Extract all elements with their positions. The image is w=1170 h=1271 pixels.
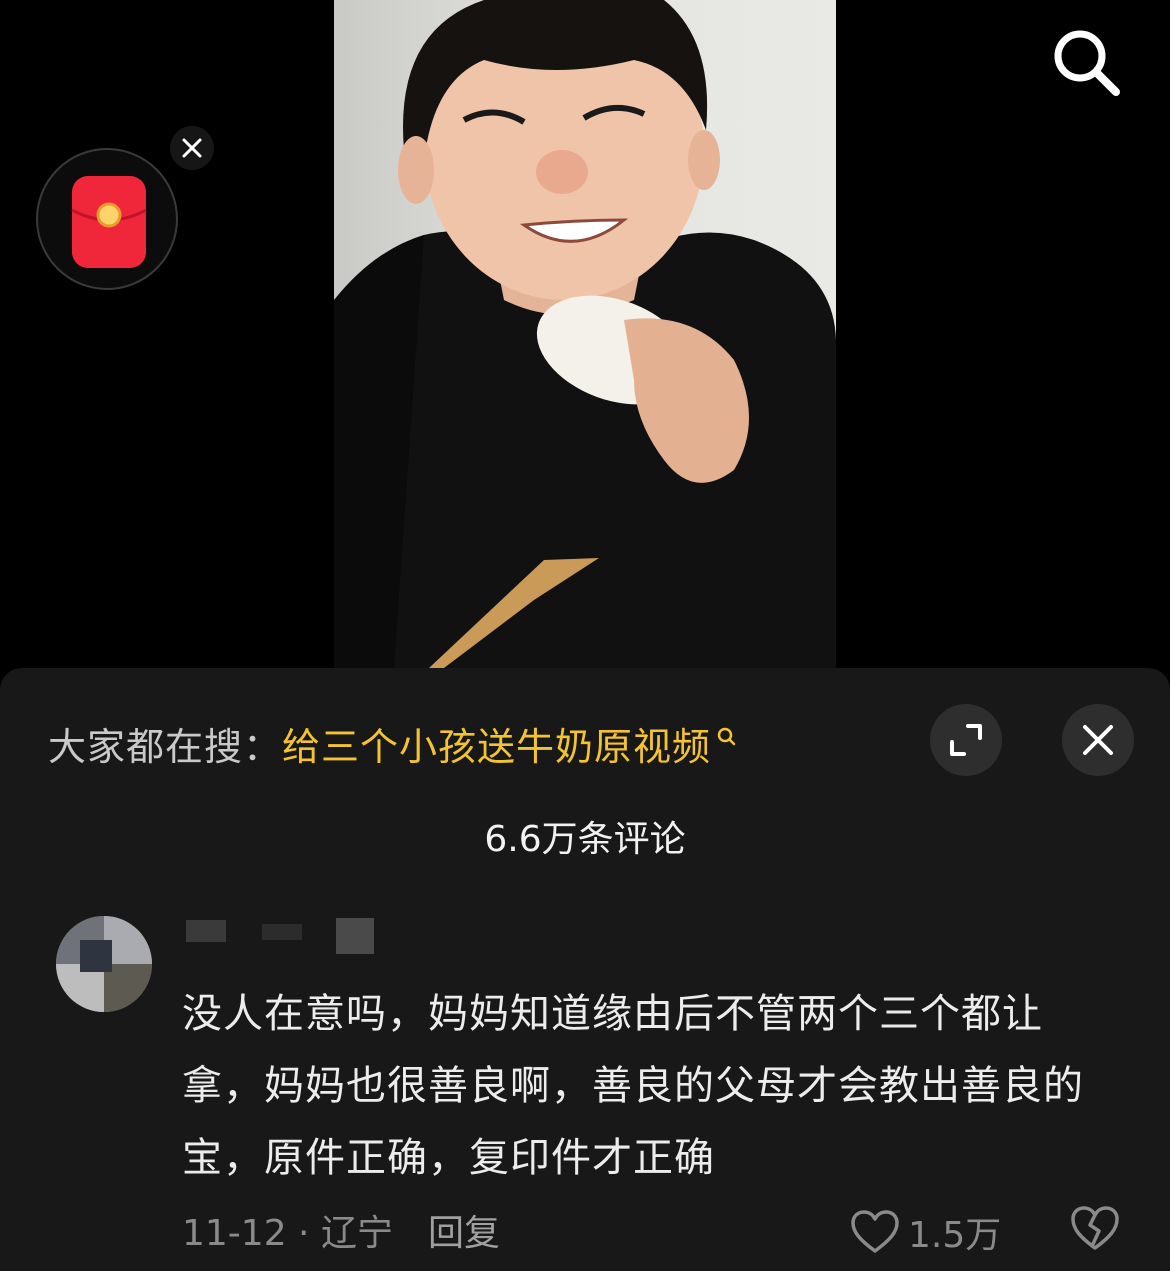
- avatar[interactable]: [56, 916, 152, 1012]
- search-icon: [717, 727, 736, 745]
- close-icon: [1083, 725, 1113, 755]
- broken-heart-icon: [1071, 1206, 1119, 1250]
- search-button[interactable]: [1050, 26, 1124, 100]
- heart-icon: [851, 1210, 899, 1253]
- comment-panel: 大家都在搜： 给三个小孩送牛奶原视频 6.6万条评论 没人在意吗，妈妈知道缘由后…: [0, 668, 1170, 1271]
- red-packet-close-button[interactable]: [170, 126, 214, 170]
- trending-query-link[interactable]: 给三个小孩送牛奶原视频: [282, 716, 711, 771]
- reply-button[interactable]: 回复: [428, 1204, 500, 1256]
- red-envelope-icon: [71, 176, 147, 268]
- close-comments-button[interactable]: [1062, 704, 1134, 776]
- video-frame[interactable]: [334, 0, 836, 668]
- comment-date-location: 11-12 · 辽宁: [182, 1213, 393, 1254]
- video-player[interactable]: [0, 0, 1170, 668]
- video-thumbnail: [334, 0, 836, 668]
- username-redacted: [186, 916, 386, 956]
- red-packet-widget[interactable]: [36, 148, 178, 290]
- expand-button[interactable]: [930, 704, 1002, 776]
- dislike-button[interactable]: [1070, 1204, 1120, 1256]
- close-icon: [182, 138, 202, 158]
- search-icon: [1054, 30, 1120, 96]
- expand-icon: [950, 724, 982, 756]
- trending-search[interactable]: 大家都在搜： 给三个小孩送牛奶原视频: [48, 716, 739, 771]
- comment-count: 6.6万条评论: [484, 819, 686, 860]
- like-count: 1.5万: [908, 1215, 1002, 1256]
- trending-label: 大家都在搜：: [48, 725, 283, 769]
- comment-text: 没人在意吗，妈妈知道缘由后不管两个三个都让拿，妈妈也很善良啊，善良的父母才会教出…: [182, 991, 1084, 1181]
- like-button[interactable]: 1.5万: [850, 1206, 1001, 1258]
